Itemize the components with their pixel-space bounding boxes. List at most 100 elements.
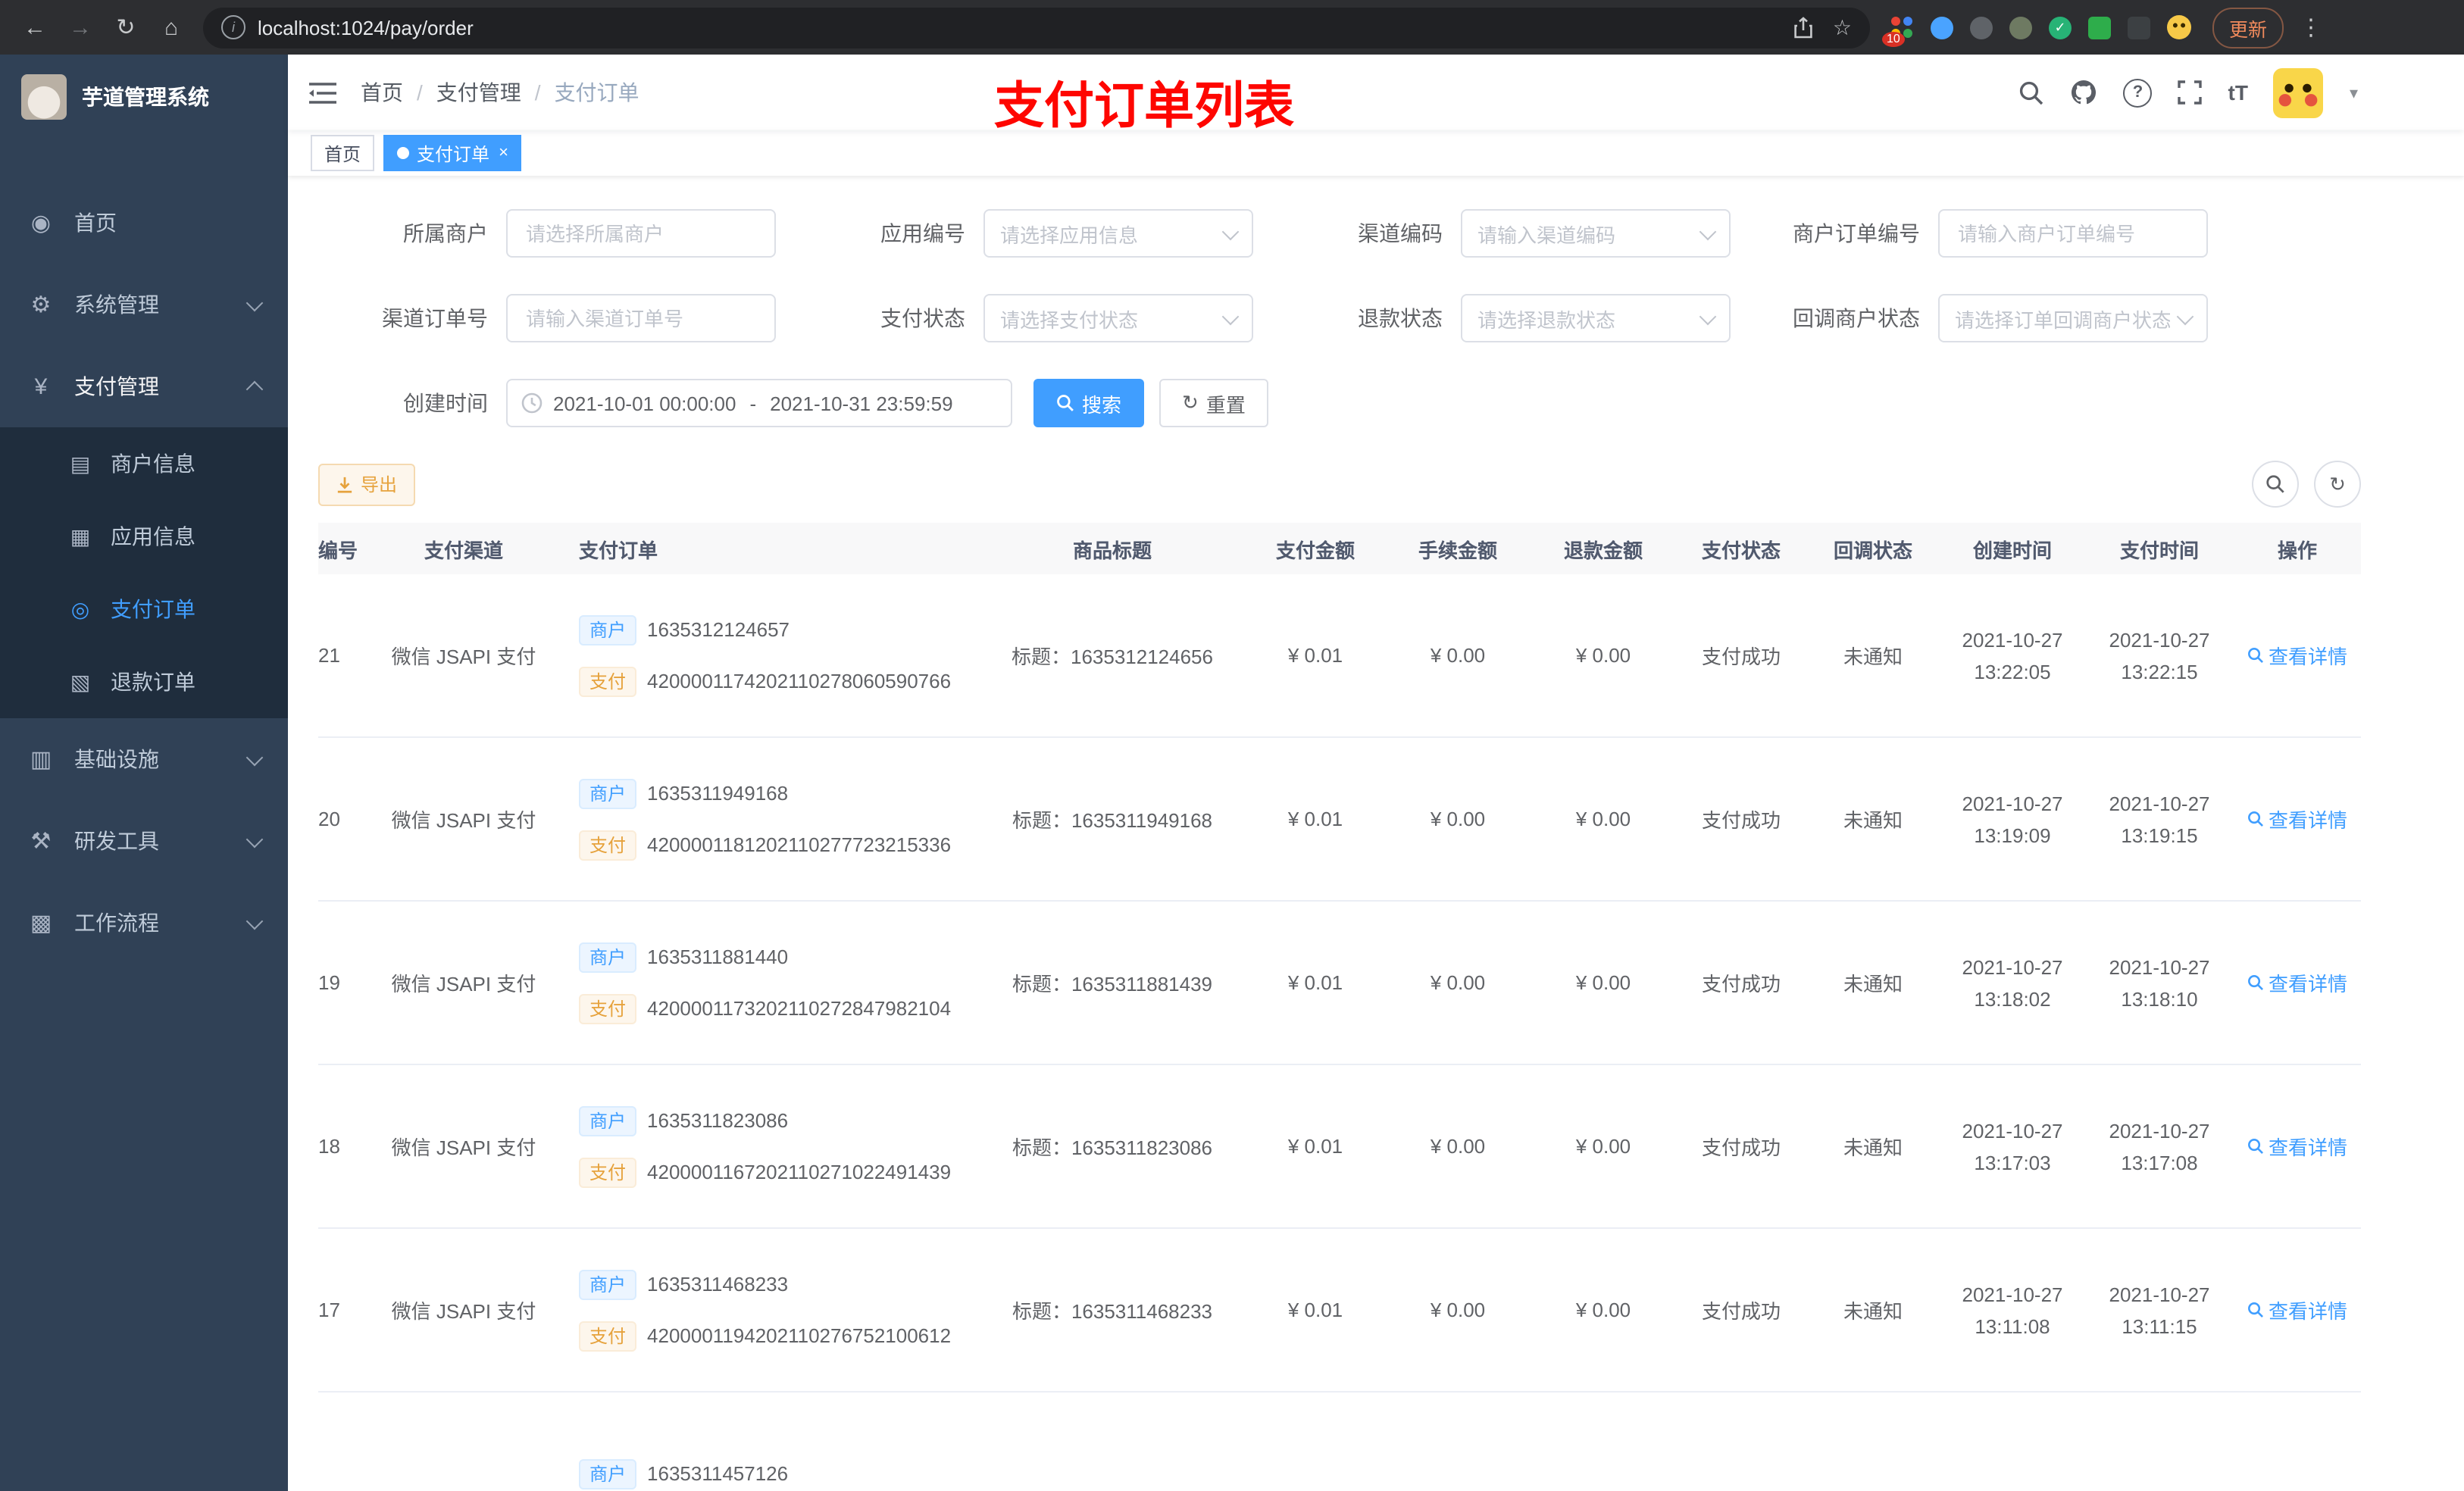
date-range-picker[interactable]: 2021-10-01 00:00:00 - 2021-10-31 23:59:5… (506, 379, 1012, 427)
notify-status-select[interactable]: 请选择订单回调商户状态 (1938, 294, 2208, 342)
merchant-input[interactable] (523, 220, 759, 246)
user-avatar[interactable] (2273, 67, 2324, 117)
chat-extension-icon[interactable] (2088, 16, 2111, 39)
sidebar-item-label: 系统管理 (74, 292, 159, 317)
merchant-order-no: 1635311823086 (647, 1109, 789, 1132)
sidebar-item-label: 应用信息 (111, 524, 195, 549)
app-id-select[interactable]: 请选择应用信息 (983, 209, 1253, 258)
merchant-order-no: 1635311949168 (647, 782, 789, 805)
breadcrumb-home[interactable]: 首页 (361, 77, 403, 108)
search-button-label: 搜索 (1082, 393, 1122, 416)
col-pay-time: 支付时间 (2119, 539, 2199, 561)
pay-order-line: 支付 4200001194202110276752100612 (579, 1321, 951, 1351)
avatar-caret-icon[interactable]: ▾ (2350, 83, 2358, 102)
sidebar: 芋道管理系统 ◉ 首页 ⚙ 系统管理 ¥ 支付管理 ▤ 商户信息 ▦ 应用信息 … (0, 55, 288, 1491)
channel-order-no-input[interactable] (523, 305, 759, 331)
browser-reload-button[interactable]: ↻ (106, 8, 145, 47)
dots-extension-icon[interactable]: 10 (1882, 16, 1914, 46)
sidebar-item-merchant-info[interactable]: ▤ 商户信息 (0, 427, 288, 500)
refund-status-select[interactable]: 请选择退款状态 (1461, 294, 1731, 342)
breadcrumb-payment[interactable]: 支付管理 (436, 77, 521, 108)
search-button[interactable]: 搜索 (1033, 379, 1145, 427)
refresh-table-button[interactable]: ↻ (2314, 461, 2361, 508)
pay-status-select[interactable]: 请选择支付状态 (983, 294, 1253, 342)
olive-extension-icon[interactable] (2009, 16, 2032, 39)
browser-home-button[interactable]: ⌂ (152, 8, 191, 47)
view-detail-link[interactable]: 查看详情 (2247, 1132, 2347, 1161)
sidebar-item-infrastructure[interactable]: ▥ 基础设施 (0, 718, 288, 800)
cell-status: 支付成功 (1701, 1300, 1781, 1323)
share-icon[interactable] (1793, 16, 1815, 39)
sidebar-item-pay-order[interactable]: ◎ 支付订单 (0, 573, 288, 645)
sidebar-item-payment[interactable]: ¥ 支付管理 (0, 345, 288, 427)
reset-button-label: 重置 (1205, 393, 1246, 416)
fullscreen-icon[interactable] (2178, 80, 2203, 105)
address-bar[interactable]: i localhost:1024/pay/order ☆ (203, 7, 1870, 48)
view-detail-label: 查看详情 (2268, 809, 2347, 832)
sidebar-item-home[interactable]: ◉ 首页 (0, 182, 288, 264)
table-row: 17 微信 JSAPI 支付 商户 1635311468233 支付 42000… (318, 1229, 2361, 1393)
cell-action: 查看详情 (2234, 968, 2361, 997)
drop-extension-icon[interactable] (1931, 16, 1953, 39)
pay-tag: 支付 (579, 666, 637, 696)
view-detail-link[interactable]: 查看详情 (2247, 641, 2347, 670)
view-detail-link[interactable]: 查看详情 (2247, 1296, 2347, 1324)
sidebar-item-app-info[interactable]: ▦ 应用信息 (0, 500, 288, 573)
sidebar-logo[interactable]: 芋道管理系统 (0, 55, 288, 139)
sidebar-item-system[interactable]: ⚙ 系统管理 (0, 264, 288, 345)
sidebar-item-workflow[interactable]: ▩ 工作流程 (0, 882, 288, 964)
sidebar-item-refund-order[interactable]: ▧ 退款订单 (0, 645, 288, 718)
logo-avatar (21, 74, 67, 120)
dashboard-icon: ◉ (30, 211, 52, 236)
col-create-time: 创建时间 (1972, 539, 2052, 561)
sidebar-toggle-icon[interactable] (309, 81, 336, 104)
github-icon[interactable] (2071, 79, 2098, 106)
cell-title: 标题：1635311881439 (1012, 973, 1213, 996)
merchant-order-no-input[interactable] (1955, 220, 2191, 246)
browser-menu-icon[interactable]: ⋮ (2299, 14, 2323, 41)
search-icon[interactable] (2019, 80, 2045, 105)
cell-create-time: 2021-10-27 13:18:02 (1940, 951, 2085, 1014)
dark-extension-icon[interactable] (1970, 16, 1993, 39)
screen: ← → ↻ ⌂ i localhost:1024/pay/order ☆ 10 (0, 0, 2464, 1491)
cell-create-time: 2021-10-27 13:11:08 (1940, 1278, 2085, 1342)
cell-create-time: 2021-10-27 13:19:09 (1940, 787, 2085, 851)
sidebar-item-dev-tools[interactable]: ⚒ 研发工具 (0, 800, 288, 882)
cell-amount: ¥ 0.01 (1287, 644, 1343, 667)
bookmark-star-icon[interactable]: ☆ (1833, 14, 1852, 40)
tag-home[interactable]: 首页 (311, 135, 375, 171)
chevron-down-icon (1699, 222, 1717, 240)
toggle-search-button[interactable] (2252, 461, 2299, 508)
merchant-tag: 商户 (579, 614, 637, 645)
channel-code-select[interactable]: 请输入渠道编码 (1461, 209, 1731, 258)
pin-extension-icon[interactable] (2128, 16, 2150, 39)
chevron-up-icon (245, 380, 264, 399)
view-detail-link[interactable]: 查看详情 (2247, 805, 2347, 833)
help-icon[interactable]: ? (2123, 78, 2153, 107)
browser-back-button[interactable]: ← (15, 8, 55, 47)
col-fee: 手续金额 (1418, 539, 1497, 561)
font-size-icon[interactable]: tT (2228, 80, 2248, 105)
green-check-extension-icon[interactable]: ✓ (2049, 16, 2072, 39)
extension-cluster: 10 ✓ (1882, 15, 2191, 46)
emoji-extension-icon[interactable] (2167, 15, 2191, 39)
filter-create-time: 创建时间 2021-10-01 00:00:00 - 2021-10-31 23… (318, 379, 1012, 427)
tag-close-icon[interactable]: × (499, 144, 508, 162)
tools-icon: ⚒ (30, 829, 52, 855)
chrome-update-button[interactable]: 更新 (2212, 7, 2284, 48)
site-info-icon[interactable]: i (221, 15, 245, 39)
pay-time: 13:18:10 (2121, 987, 2198, 1010)
cell-fee: ¥ 0.00 (1430, 1299, 1486, 1321)
browser-forward-button[interactable]: → (61, 8, 100, 47)
export-button[interactable]: 导出 (318, 463, 416, 505)
field-label: 支付状态 (880, 306, 965, 330)
tag-pay-order[interactable]: 支付订单 × (383, 135, 522, 171)
table-row: 20 微信 JSAPI 支付 商户 1635311949168 支付 42000… (318, 738, 2361, 902)
create-date: 2021-10-27 (1962, 628, 2063, 651)
payment-submenu: ▤ 商户信息 ▦ 应用信息 ◎ 支付订单 ▧ 退款订单 (0, 427, 288, 718)
view-detail-link[interactable]: 查看详情 (2247, 968, 2347, 997)
reset-button[interactable]: ↻ 重置 (1159, 379, 1268, 427)
table-header: 编号 支付渠道 支付订单 商品标题 支付金额 手续金额 退款金额 支付状态 回调… (318, 523, 2361, 574)
field-label: 退款状态 (1358, 306, 1443, 330)
col-notify: 回调状态 (1833, 539, 1912, 561)
